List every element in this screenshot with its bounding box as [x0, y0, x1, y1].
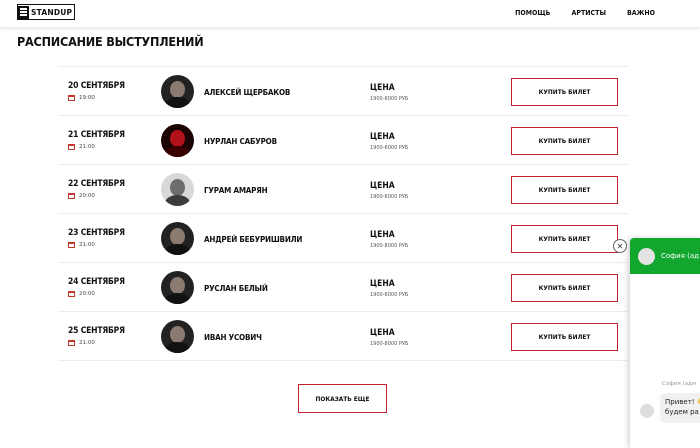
nav-item-artists[interactable]: АРТИСТЫ — [571, 9, 606, 17]
events-list: 20 СЕНТЯБРЯ 19:00 АЛЕКСЕЙ ЩЕРБАКОВ ЦЕНА … — [58, 66, 628, 361]
calendar-icon — [68, 144, 75, 150]
event-time: 20:00 — [68, 291, 95, 297]
calendar-icon — [68, 193, 75, 199]
logo-text: STANDUP — [31, 7, 73, 17]
event-time: 20:00 — [68, 193, 95, 199]
artist-avatar[interactable] — [161, 124, 194, 157]
price-label: ЦЕНА — [370, 132, 395, 142]
event-row: 24 СЕНТЯБРЯ 20:00 РУСЛАН БЕЛЫЙ ЦЕНА 1900… — [58, 263, 628, 312]
event-time-text: 21:00 — [79, 144, 95, 150]
event-time: 19:00 — [68, 95, 95, 101]
price-range: 1900-8000 РУБ — [370, 243, 409, 249]
event-row: 25 СЕНТЯБРЯ 21:00 ИВАН УСОВИЧ ЦЕНА 1900-… — [58, 312, 628, 361]
artist-avatar[interactable] — [161, 173, 194, 206]
event-date: 20 СЕНТЯБРЯ — [68, 81, 125, 91]
price-label: ЦЕНА — [370, 83, 395, 93]
site-header: STANDUP ПОМОЩЬ АРТИСТЫ ВАЖНО — [0, 0, 700, 27]
chat-message-bubble: Привет! 👋 будем ра — [660, 393, 700, 423]
show-more-button[interactable]: ПОКАЗАТЬ ЕЩЕ — [298, 384, 387, 413]
nav-item-important[interactable]: ВАЖНО — [627, 9, 655, 17]
event-time-text: 21:00 — [79, 340, 95, 346]
nav-item-help[interactable]: ПОМОЩЬ — [515, 9, 550, 17]
chat-agent-avatar — [638, 247, 655, 265]
calendar-icon — [68, 242, 75, 248]
standup-logo[interactable]: STANDUP — [17, 4, 76, 20]
page-title: РАСПИСАНИЕ ВЫСТУПЛЕНИЙ — [17, 34, 204, 49]
artist-name[interactable]: ГУРАМ АМАРЯН — [204, 186, 268, 195]
price-range: 1900-6000 РУБ — [370, 194, 409, 200]
event-time: 21:00 — [68, 340, 95, 346]
price-range: 1900-8000 РУБ — [370, 341, 409, 347]
artist-name[interactable]: АНДРЕЙ БЕБУРИШВИЛИ — [204, 235, 302, 244]
calendar-icon — [68, 95, 75, 101]
event-date: 23 СЕНТЯБРЯ — [68, 228, 125, 238]
price-range: 1900-6000 РУБ — [370, 96, 409, 102]
artist-avatar[interactable] — [161, 271, 194, 304]
artist-name[interactable]: АЛЕКСЕЙ ЩЕРБАКОВ — [204, 88, 290, 97]
artist-name[interactable]: ИВАН УСОВИЧ — [204, 333, 262, 342]
price-label: ЦЕНА — [370, 181, 395, 191]
price-range: 1900-6000 РУБ — [370, 145, 409, 151]
chat-message-line: будем ра — [665, 408, 699, 416]
buy-ticket-button[interactable]: КУПИТЬ БИЛЕТ — [511, 127, 618, 155]
artist-avatar[interactable] — [161, 222, 194, 255]
buy-ticket-button[interactable]: КУПИТЬ БИЛЕТ — [511, 225, 618, 253]
calendar-icon — [68, 291, 75, 297]
chat-message-line: Привет! 👋 — [665, 398, 700, 406]
event-date: 25 СЕНТЯБРЯ — [68, 326, 125, 336]
chat-message-avatar — [640, 404, 654, 418]
event-time-text: 19:00 — [79, 95, 95, 101]
event-date: 24 СЕНТЯБРЯ — [68, 277, 125, 287]
calendar-icon — [68, 340, 75, 346]
main-nav: ПОМОЩЬ АРТИСТЫ ВАЖНО — [494, 9, 655, 17]
price-label: ЦЕНА — [370, 230, 395, 240]
buy-ticket-button[interactable]: КУПИТЬ БИЛЕТ — [511, 176, 618, 204]
chat-widget: София (ад София (адм Привет! 👋 будем ра — [630, 238, 700, 448]
event-time-text: 20:00 — [79, 291, 95, 297]
buy-ticket-button[interactable]: КУПИТЬ БИЛЕТ — [511, 78, 618, 106]
buy-ticket-button[interactable]: КУПИТЬ БИЛЕТ — [511, 323, 618, 351]
event-row: 23 СЕНТЯБРЯ 21:00 АНДРЕЙ БЕБУРИШВИЛИ ЦЕН… — [58, 214, 628, 263]
chat-sender-label: София (адм — [662, 381, 697, 387]
artist-avatar[interactable] — [161, 320, 194, 353]
event-time: 21:00 — [68, 242, 95, 248]
event-row: 20 СЕНТЯБРЯ 19:00 АЛЕКСЕЙ ЩЕРБАКОВ ЦЕНА … — [58, 67, 628, 116]
event-time: 21:00 — [68, 144, 95, 150]
artist-name[interactable]: РУСЛАН БЕЛЫЙ — [204, 284, 268, 293]
chat-header[interactable]: София (ад — [630, 238, 700, 274]
buy-ticket-button[interactable]: КУПИТЬ БИЛЕТ — [511, 274, 618, 302]
price-range: 1900-6000 РУБ — [370, 292, 409, 298]
artist-name[interactable]: НУРЛАН САБУРОВ — [204, 137, 277, 146]
event-row: 21 СЕНТЯБРЯ 21:00 НУРЛАН САБУРОВ ЦЕНА 19… — [58, 116, 628, 165]
chat-agent-name: София (ад — [661, 252, 700, 260]
price-label: ЦЕНА — [370, 328, 395, 338]
artist-avatar[interactable] — [161, 75, 194, 108]
close-icon[interactable]: ✕ — [613, 239, 627, 253]
price-label: ЦЕНА — [370, 279, 395, 289]
event-date: 21 СЕНТЯБРЯ — [68, 130, 125, 140]
event-time-text: 21:00 — [79, 242, 95, 248]
event-time-text: 20:00 — [79, 193, 95, 199]
event-date: 22 СЕНТЯБРЯ — [68, 179, 125, 189]
event-row: 22 СЕНТЯБРЯ 20:00 ГУРАМ АМАРЯН ЦЕНА 1900… — [58, 165, 628, 214]
logo-mark-icon — [18, 5, 29, 19]
